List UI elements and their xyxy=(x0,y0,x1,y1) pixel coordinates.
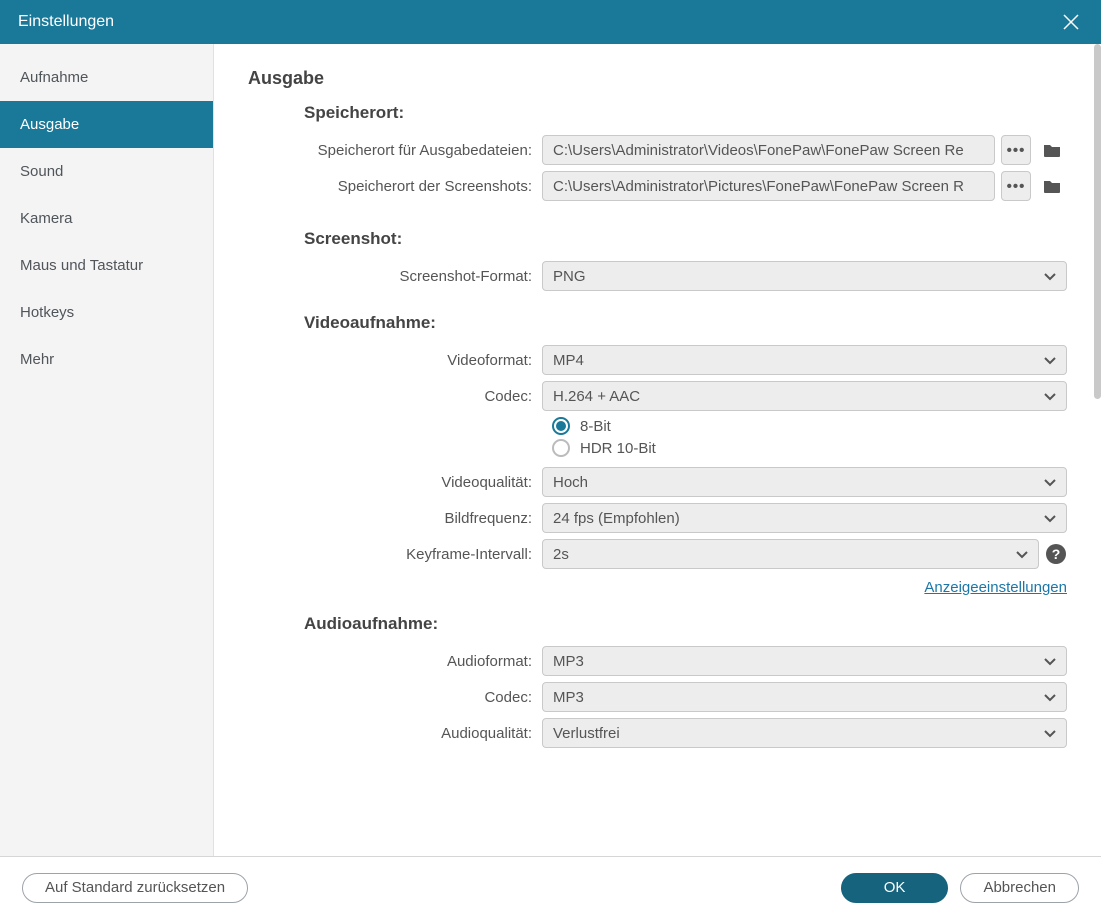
keyframe-select[interactable]: 2s xyxy=(542,539,1039,569)
fps-select[interactable]: 24 fps (Empfohlen) xyxy=(542,503,1067,533)
screenshot-format-select[interactable]: PNG xyxy=(542,261,1067,291)
sidebar-item-ausgabe[interactable]: Ausgabe xyxy=(0,101,213,148)
reset-defaults-button[interactable]: Auf Standard zurücksetzen xyxy=(22,873,248,903)
sidebar-item-sound[interactable]: Sound xyxy=(0,148,213,195)
window-title: Einstellungen xyxy=(18,13,114,31)
section-title-screenshot: Screenshot: xyxy=(304,229,1067,249)
screenshot-format-value: PNG xyxy=(553,268,586,285)
sidebar-item-label: Hotkeys xyxy=(20,304,74,321)
cancel-button[interactable]: Abbrechen xyxy=(960,873,1079,903)
output-path-open-folder[interactable] xyxy=(1037,135,1067,165)
section-title-video: Videoaufnahme: xyxy=(304,313,1067,333)
ok-button[interactable]: OK xyxy=(841,873,949,903)
screenshot-path-field[interactable]: C:\Users\Administrator\Pictures\FonePaw\… xyxy=(542,171,995,201)
chevron-down-icon xyxy=(1042,352,1058,368)
fps-value: 24 fps (Empfohlen) xyxy=(553,510,680,527)
ellipsis-icon: ••• xyxy=(1007,178,1026,195)
chevron-down-icon xyxy=(1014,546,1030,562)
sidebar-item-label: Sound xyxy=(20,163,63,180)
radio-8bit-label: 8-Bit xyxy=(580,418,611,435)
audio-quality-select[interactable]: Verlustfrei xyxy=(542,718,1067,748)
video-quality-select[interactable]: Hoch xyxy=(542,467,1067,497)
scrollbar[interactable] xyxy=(1094,44,1101,399)
sidebar-item-label: Kamera xyxy=(20,210,73,227)
label-audio-codec: Codec: xyxy=(248,689,542,706)
label-video-quality: Videoqualität: xyxy=(248,474,542,491)
close-icon xyxy=(1062,13,1080,31)
video-format-select[interactable]: MP4 xyxy=(542,345,1067,375)
output-path-more-button[interactable]: ••• xyxy=(1001,135,1031,165)
ellipsis-icon: ••• xyxy=(1007,142,1026,159)
close-button[interactable] xyxy=(1059,10,1083,34)
chevron-down-icon xyxy=(1042,510,1058,526)
audio-format-select[interactable]: MP3 xyxy=(542,646,1067,676)
label-audio-format: Audioformat: xyxy=(248,653,542,670)
sidebar-item-mehr[interactable]: Mehr xyxy=(0,336,213,383)
sidebar-item-maus-tastatur[interactable]: Maus und Tastatur xyxy=(0,242,213,289)
label-fps: Bildfrequenz: xyxy=(248,510,542,527)
radio-hdr-label: HDR 10-Bit xyxy=(580,440,656,457)
label-screenshot-path: Speicherort der Screenshots: xyxy=(248,178,542,195)
video-quality-value: Hoch xyxy=(553,474,588,491)
display-settings-link[interactable]: Anzeigeeinstellungen xyxy=(924,579,1067,596)
chevron-down-icon xyxy=(1042,474,1058,490)
label-video-codec: Codec: xyxy=(248,388,542,405)
reset-defaults-label: Auf Standard zurücksetzen xyxy=(45,879,225,896)
radio-icon xyxy=(552,417,570,435)
keyframe-value: 2s xyxy=(553,546,569,563)
label-audio-quality: Audioqualität: xyxy=(248,725,542,742)
chevron-down-icon xyxy=(1042,689,1058,705)
main-panel: Ausgabe Speicherort: Speicherort für Aus… xyxy=(214,44,1101,856)
sidebar-item-hotkeys[interactable]: Hotkeys xyxy=(0,289,213,336)
folder-icon xyxy=(1042,140,1062,160)
audio-quality-value: Verlustfrei xyxy=(553,725,620,742)
audio-format-value: MP3 xyxy=(553,653,584,670)
sidebar-item-aufnahme[interactable]: Aufnahme xyxy=(0,54,213,101)
audio-codec-select[interactable]: MP3 xyxy=(542,682,1067,712)
chevron-down-icon xyxy=(1042,388,1058,404)
label-output-path: Speicherort für Ausgabedateien: xyxy=(248,142,542,159)
sidebar: Aufnahme Ausgabe Sound Kamera Maus und T… xyxy=(0,44,214,856)
chevron-down-icon xyxy=(1042,268,1058,284)
screenshot-path-more-button[interactable]: ••• xyxy=(1001,171,1031,201)
keyframe-help-button[interactable]: ? xyxy=(1045,543,1067,565)
output-path-field[interactable]: C:\Users\Administrator\Videos\FonePaw\Fo… xyxy=(542,135,995,165)
chevron-down-icon xyxy=(1042,653,1058,669)
sidebar-item-kamera[interactable]: Kamera xyxy=(0,195,213,242)
help-icon: ? xyxy=(1045,543,1067,565)
radio-icon xyxy=(552,439,570,457)
screenshot-path-open-folder[interactable] xyxy=(1037,171,1067,201)
svg-text:?: ? xyxy=(1052,546,1061,562)
audio-codec-value: MP3 xyxy=(553,689,584,706)
video-codec-value: H.264 + AAC xyxy=(553,388,640,405)
folder-icon xyxy=(1042,176,1062,196)
sidebar-item-label: Maus und Tastatur xyxy=(20,257,143,274)
section-title-storage: Speicherort: xyxy=(304,103,1067,123)
label-keyframe: Keyframe-Intervall: xyxy=(248,546,542,563)
sidebar-item-label: Mehr xyxy=(20,351,54,368)
ok-label: OK xyxy=(884,879,906,896)
section-title-audio: Audioaufnahme: xyxy=(304,614,1067,634)
sidebar-item-label: Ausgabe xyxy=(20,116,79,133)
footer: Auf Standard zurücksetzen OK Abbrechen xyxy=(0,856,1101,918)
radio-hdr[interactable]: HDR 10-Bit xyxy=(552,439,1067,457)
label-screenshot-format: Screenshot-Format: xyxy=(248,268,542,285)
titlebar: Einstellungen xyxy=(0,0,1101,44)
label-video-format: Videoformat: xyxy=(248,352,542,369)
page-title: Ausgabe xyxy=(248,68,1067,89)
chevron-down-icon xyxy=(1042,725,1058,741)
sidebar-item-label: Aufnahme xyxy=(20,69,88,86)
video-codec-select[interactable]: H.264 + AAC xyxy=(542,381,1067,411)
cancel-label: Abbrechen xyxy=(983,879,1056,896)
video-format-value: MP4 xyxy=(553,352,584,369)
radio-8bit[interactable]: 8-Bit xyxy=(552,417,1067,435)
